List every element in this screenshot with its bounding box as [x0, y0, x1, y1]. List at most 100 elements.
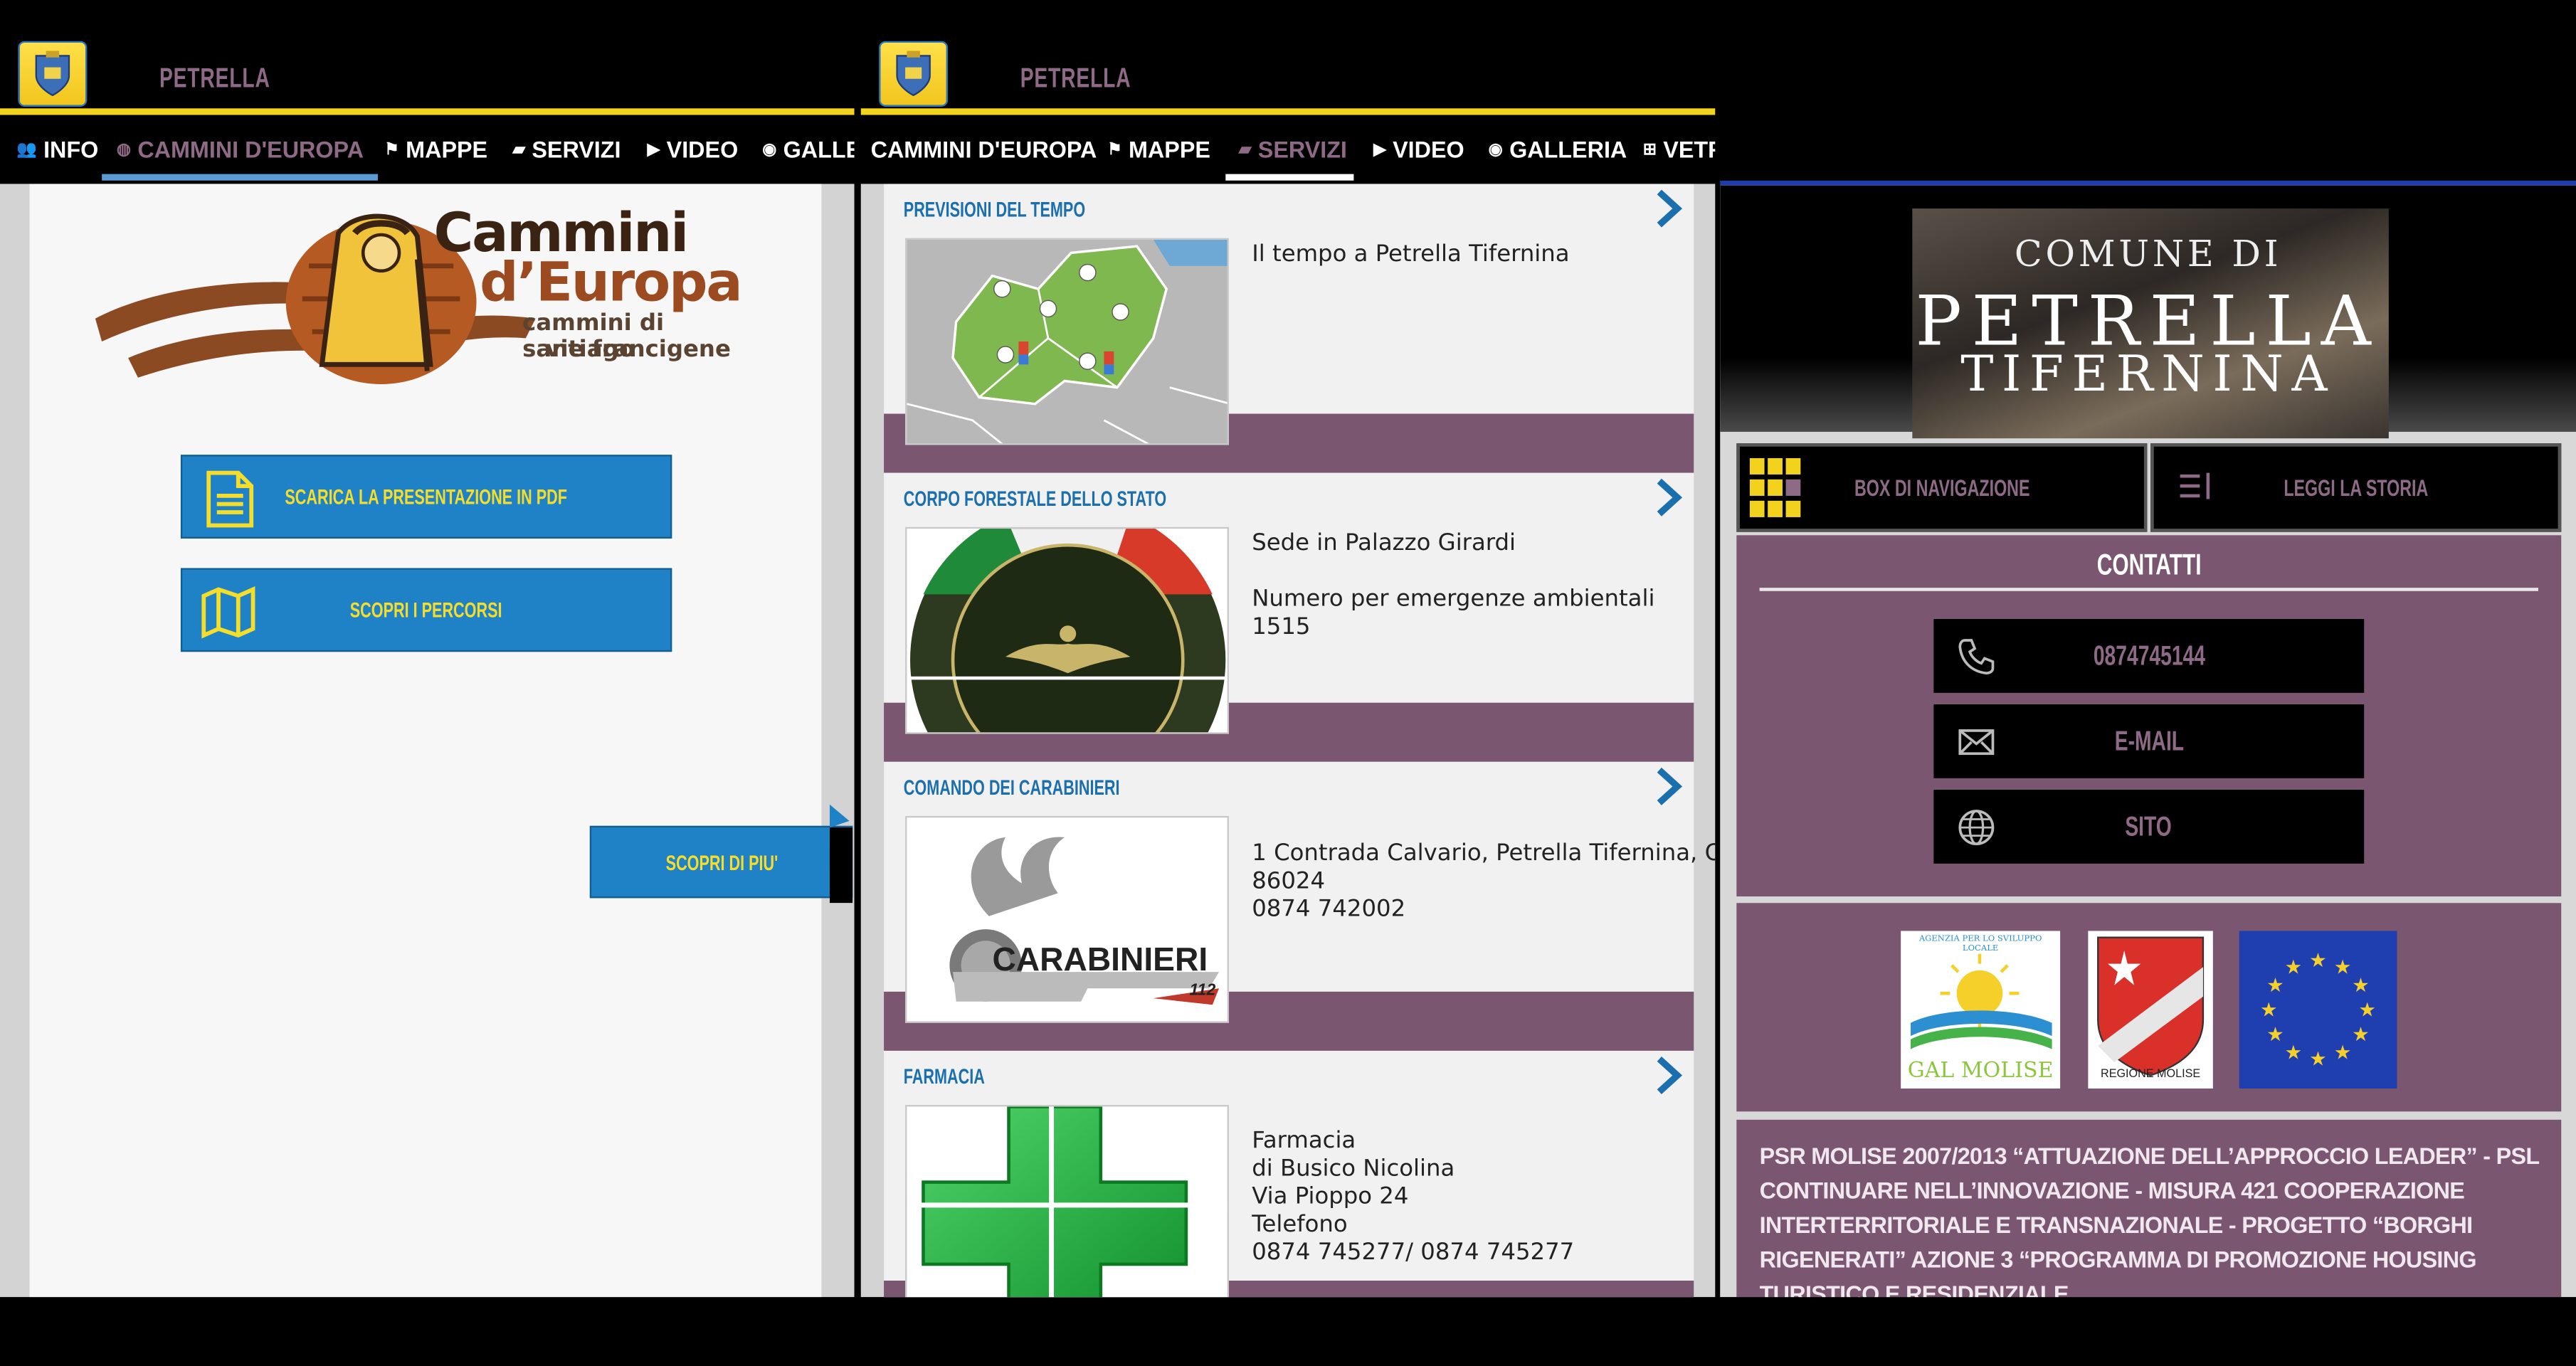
logo-subtitle-francigene: vie francigene	[545, 337, 731, 364]
list-icon	[2180, 472, 2210, 499]
eu-star-icon: ★	[2266, 974, 2284, 996]
grid-icon: ⊞	[1642, 140, 1657, 159]
eu-star-icon: ★	[2352, 974, 2370, 996]
list-item-carabinieri[interactable]: COMANDO DEI CARABINIERI CARABINIERI 112	[884, 761, 1715, 1051]
funding-disclaimer: PSR MOLISE 2007/2013 “ATTUAZIONE DELL’AP…	[1759, 1143, 2540, 1298]
discover-routes-button[interactable]: SCOPRI I PERCORSI	[180, 568, 672, 652]
tab-video[interactable]: ▶ VIDEO	[1373, 118, 1464, 181]
grid-icon	[1749, 457, 1801, 517]
service-description: 1 Contrada Calvario, Petrella Tifernina,…	[1252, 840, 1716, 923]
globe-icon	[1958, 810, 1995, 846]
email-button[interactable]: E-MAIL	[1933, 704, 2365, 778]
navigation-box-button[interactable]: BOX DI NAVIGAZIONE	[1736, 443, 2148, 532]
download-pdf-button[interactable]: SCARICA LA PRESENTAZIONE IN PDF	[180, 455, 672, 539]
eu-star-icon: ★	[2285, 956, 2303, 978]
carabinieri-logo-text: CARABINIERI	[992, 942, 1208, 979]
tab-bar: CAMMINI D'EUROPA ⚑ MAPPE ▰ SERVIZI ▶ VIDEO …	[860, 118, 1716, 181]
read-history-label: LEGGI LA STORIA	[2284, 474, 2429, 501]
header-divider	[0, 108, 855, 115]
eu-star-icon: ★	[2334, 1041, 2352, 1063]
people-icon: 👥	[16, 140, 37, 159]
contacts-section: CONTATTI 0874745144 E-MAIL SITO	[1736, 535, 2562, 897]
website-label: SITO	[2126, 810, 2173, 842]
map-icon	[201, 586, 255, 639]
service-title: PREVISIONI DEL TEMPO	[903, 196, 1086, 222]
eu-star-icon: ★	[2285, 1041, 2303, 1063]
tab-servizi[interactable]: ▰ SERVIZI	[512, 118, 621, 181]
tab-galleria[interactable]: ◉ GALLE	[762, 118, 854, 181]
flag-icon: ⚑	[1107, 140, 1122, 159]
eu-star-icon: ★	[2260, 998, 2278, 1020]
chevron-right-icon[interactable]	[1654, 476, 1684, 519]
discover-more-button[interactable]: SCOPRI DI PIU'	[589, 825, 853, 899]
contacts-divider	[1759, 588, 2538, 591]
tab-mappe[interactable]: ⚑ MAPPE	[1107, 118, 1210, 181]
contacts-title: CONTATTI	[2096, 548, 2202, 581]
read-history-button[interactable]: LEGGI LA STORIA	[2150, 443, 2562, 532]
panel-home: COMUNE DI PETRELLA TIFERNINA BOX DI NAVI…	[1720, 0, 2576, 1298]
briefcase-icon: ▰	[1238, 140, 1252, 159]
tab-cammini-deuropa[interactable]: ◍ CAMMINI D'EUROPA	[102, 118, 379, 181]
eu-star-icon: ★	[2358, 998, 2376, 1020]
navigation-box-label: BOX DI NAVIGAZIONE	[1854, 474, 2030, 501]
tab-servizi[interactable]: ▰ SERVIZI	[1225, 118, 1354, 181]
pharmacy-cross-thumbnail	[905, 1105, 1229, 1298]
list-item-pharmacy[interactable]: FARMACIA Farmacia di Busico Nicolina Via…	[884, 1050, 1694, 1298]
regione-molise-text: REGIONE MOLISE	[2101, 1069, 2201, 1081]
gal-molise-logo: AGENZIA PER LO SVILUPPO LOCALE GAL MOLIS…	[1901, 931, 2061, 1089]
chevron-right-icon[interactable]	[1654, 1054, 1684, 1097]
video-icon: ▶	[647, 140, 660, 159]
service-title: CORPO FORESTALE DELLO STATO	[903, 486, 1167, 511]
tab-cammini-deuropa[interactable]: CAMMINI D'EUROPA	[871, 118, 1097, 181]
gal-molise-arc-text: AGENZIA PER LO SVILUPPO LOCALE	[1918, 934, 2042, 954]
phone-button[interactable]: 0874745144	[1933, 619, 2365, 693]
app-title: PETRELLA	[1020, 62, 1131, 94]
eu-star-icon: ★	[2266, 1023, 2284, 1045]
panel-cammini-deuropa: PETRELLA 👥 INFO ◍ CAMMINI D'EUROPA ⚑ MAPPE …	[0, 0, 855, 1298]
list-item-weather[interactable]: PREVISIONI DEL TEMPO Il tempo a Petrella…	[884, 184, 1694, 473]
eu-star-icon: ★	[2352, 1023, 2370, 1045]
tab-galleria[interactable]: ◉ GALLERIA	[1489, 118, 1627, 181]
header-divider	[1720, 180, 2576, 186]
tab-video[interactable]: ▶ VIDEO	[648, 118, 739, 181]
tab-info[interactable]: 👥 INFO	[16, 118, 98, 181]
side-drawer-handle[interactable]	[829, 804, 853, 904]
flag-icon: ⚑	[384, 140, 399, 159]
partner-logos: AGENZIA PER LO SVILUPPO LOCALE GAL MOLIS…	[1736, 903, 2562, 1112]
services-list: PREVISIONI DEL TEMPO Il tempo a Petrella…	[860, 184, 1716, 1298]
eu-star-icon: ★	[2334, 956, 2352, 978]
envelope-icon	[1958, 729, 1995, 756]
town-crest-icon[interactable]	[18, 41, 88, 107]
cammini-deuropa-logo: Cammini d’Europa cammini di santiago vie…	[92, 201, 782, 398]
eu-star-icon: ★	[2309, 1048, 2327, 1070]
document-icon	[206, 470, 254, 528]
chevron-right-icon[interactable]	[1654, 187, 1684, 230]
weather-map-thumbnail	[905, 238, 1229, 445]
download-pdf-label: SCARICA LA PRESENTAZIONE IN PDF	[285, 484, 568, 509]
tab-mappe[interactable]: ⚑ MAPPE	[384, 118, 487, 181]
logo-title-deuropa: d’Europa	[480, 249, 742, 314]
discover-more-label: SCOPRI DI PIU'	[665, 849, 778, 874]
service-description: Farmacia di Busico Nicolina Via Pioppo 2…	[1252, 1128, 1575, 1266]
nav-buttons: BOX DI NAVIGAZIONE LEGGI LA STORIA	[1736, 443, 2562, 532]
panel-servizi: PETRELLA CAMMINI D'EUROPA ⚑ MAPPE ▰ SERVIZ…	[860, 0, 1716, 1298]
tab-vetrina[interactable]: ⊞VETR	[1643, 118, 1716, 181]
carabinieri-thumbnail: CARABINIERI 112	[905, 815, 1229, 1023]
app-title: PETRELLA	[159, 62, 270, 94]
app-header: PETRELLA	[0, 0, 855, 115]
list-item-forestry[interactable]: CORPO FORESTALE DELLO STATO Sede in Pala…	[884, 472, 1694, 762]
town-crest-icon[interactable]	[879, 41, 949, 107]
carabinieri-emergency-number: 112	[1189, 982, 1216, 1000]
eu-flag-logo: ★ ★ ★ ★ ★ ★ ★ ★ ★ ★ ★ ★	[2239, 931, 2397, 1089]
service-description: Sede in Palazzo Girardi Numero per emerg…	[1252, 530, 1655, 641]
camera-icon: ◉	[762, 140, 777, 159]
banner-title-line1: COMUNE DI	[2014, 235, 2282, 276]
app-header: PETRELLA	[860, 0, 1716, 115]
website-button[interactable]: SITO	[1933, 790, 2365, 864]
screenshot-stage: PETRELLA 👥 INFO ◍ CAMMINI D'EUROPA ⚑ MAPPE …	[0, 0, 2576, 1366]
banner-title-line3: TIFERNINA	[1960, 346, 2336, 404]
camera-icon: ◉	[1488, 140, 1503, 159]
home-content: COMUNE DI PETRELLA TIFERNINA BOX DI NAVI…	[1720, 185, 2576, 1298]
chevron-right-icon[interactable]	[1654, 765, 1684, 808]
email-label: E-MAIL	[2114, 724, 2184, 756]
